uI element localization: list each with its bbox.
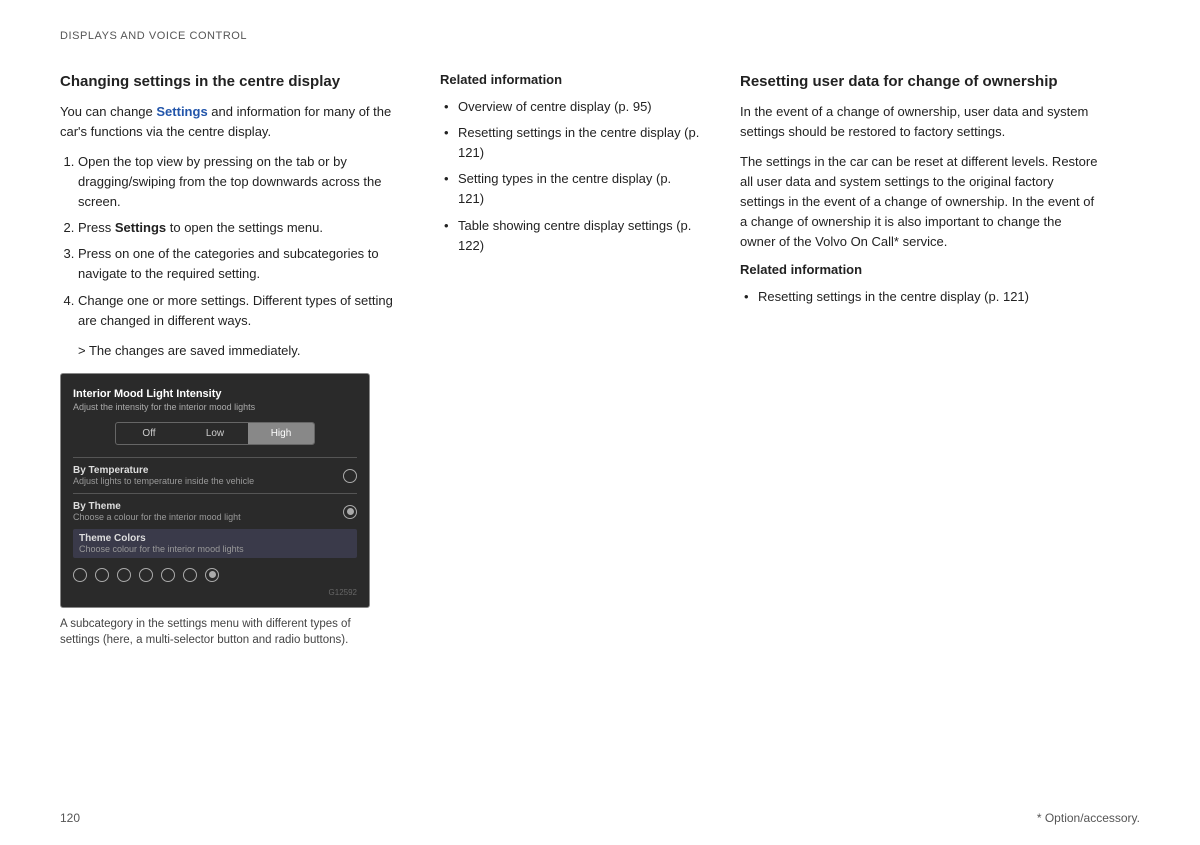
scr-row-by-temp: By Temperature Adjust lights to temperat… [73,457,357,493]
scr-row-desc-theme: Choose a colour for the interior mood li… [73,512,241,522]
content-columns: Changing settings in the centre display … [60,72,1140,648]
scr-theme-title: Theme Colors [79,533,351,544]
scr-row-by-theme: By Theme Choose a colour for the interio… [73,493,357,529]
right-related-link-1: Resetting settings in the centre display… [740,287,1100,307]
scr-btn-row: Off Low High [115,422,315,445]
mid-link-2: Resetting settings in the centre display… [440,123,700,163]
mid-link-4: Table showing centre display settings (p… [440,216,700,256]
mid-heading: Related information [440,72,700,89]
scr-color-row [73,562,357,584]
screenshot-box: Interior Mood Light Intensity Adjust the… [60,373,370,608]
page-footer: 120 * Option/accessory. [60,811,1140,825]
scr-btn-off: Off [116,423,182,444]
left-intro: You can change Settings and information … [60,102,400,142]
scr-theme-desc: Choose colour for the interior mood ligh… [79,544,351,554]
right-para1: In the event of a change of ownership, u… [740,102,1100,142]
scr-btn-high: High [248,423,314,444]
scr-row-desc-temp: Adjust lights to temperature inside the … [73,476,254,486]
right-related-list: Resetting settings in the centre display… [740,287,1100,307]
section-label: DISPLAYS AND VOICE CONTROL [60,30,1140,42]
scr-id: G12592 [73,588,357,597]
page-number: 120 [60,811,80,825]
scr-color-6 [183,568,197,582]
step-1: Open the top view by pressing on the tab… [78,152,400,212]
right-para2: The settings in the car can be reset at … [740,152,1100,253]
settings-link: Settings [156,104,207,119]
scr-color-5 [161,568,175,582]
steps-list: Open the top view by pressing on the tab… [60,152,400,331]
footnote: * Option/accessory. [1037,811,1140,825]
scr-color-2 [95,568,109,582]
scr-color-4 [139,568,153,582]
scr-color-1 [73,568,87,582]
scr-row-title-theme: By Theme [73,501,241,512]
column-mid: Related information Overview of centre d… [440,72,700,262]
scr-color-3 [117,568,131,582]
scr-title: Interior Mood Light Intensity [73,388,357,400]
column-left: Changing settings in the centre display … [60,72,400,648]
scr-color-7 [205,568,219,582]
scr-btn-low: Low [182,423,248,444]
scr-radio-temp [343,469,357,483]
scr-theme-colors-box: Theme Colors Choose colour for the inter… [73,529,357,558]
scr-radio-theme [343,505,357,519]
page: DISPLAYS AND VOICE CONTROL Changing sett… [0,0,1200,845]
step-2: Press Settings to open the settings menu… [78,218,400,238]
step-4: Change one or more settings. Different t… [78,291,400,331]
mid-links-list: Overview of centre display (p. 95) Reset… [440,97,700,256]
scr-subtitle: Adjust the intensity for the interior mo… [73,402,357,412]
mid-link-1: Overview of centre display (p. 95) [440,97,700,117]
step-3: Press on one of the categories and subca… [78,244,400,284]
right-heading: Resetting user data for change of owners… [740,72,1100,92]
mid-link-3: Setting types in the centre display (p. … [440,169,700,209]
scr-row-title-temp: By Temperature [73,465,254,476]
right-related-heading: Related information [740,262,1100,279]
screenshot-caption: A subcategory in the settings menu with … [60,616,370,648]
column-right: Resetting user data for change of owners… [740,72,1100,314]
left-heading: Changing settings in the centre display [60,72,400,92]
arrow-item: The changes are saved immediately. [78,341,400,361]
